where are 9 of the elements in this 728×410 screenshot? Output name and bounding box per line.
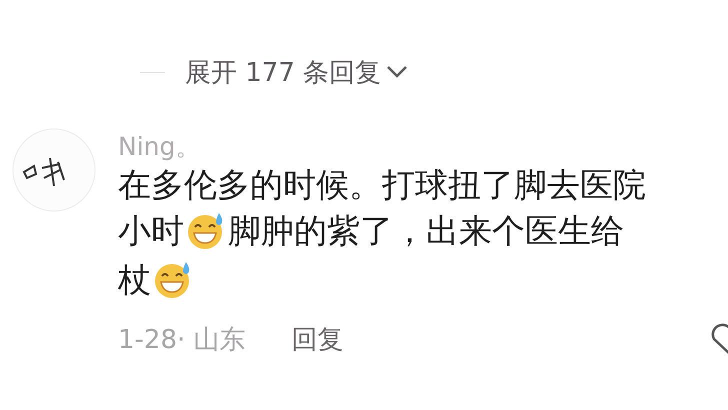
reply-button[interactable]: 回复 — [292, 322, 344, 357]
comment-text: 杖 — [118, 259, 151, 301]
date-location: 1-28· 山东 — [118, 324, 246, 357]
avatar[interactable] — [12, 128, 96, 212]
comment-text: 小时 — [118, 210, 184, 252]
comment-text: 在多伦多的时候。打球扭了脚去医院 — [118, 164, 646, 206]
expand-replies-button[interactable]: 展开 177 条回复 — [185, 54, 410, 90]
comment-text: 脚肿的紫了，出来个医生给 — [228, 210, 624, 252]
chevron-icon — [385, 64, 410, 80]
